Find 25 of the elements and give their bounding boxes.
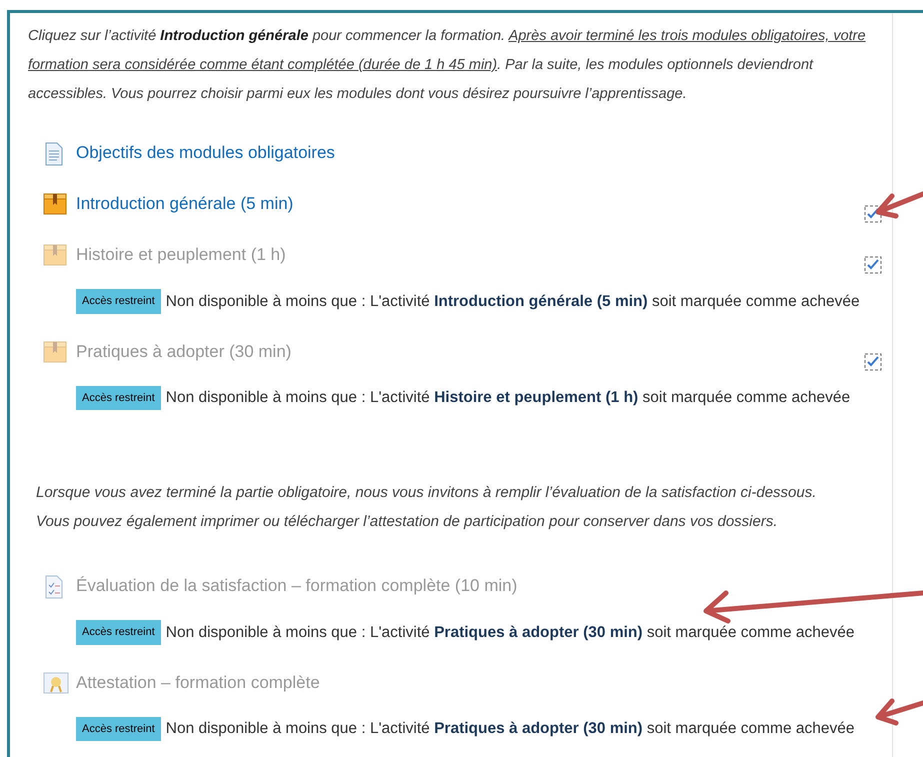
intro-paragraph: Cliquez sur l’activité Introduction générale pour commencer la formation. Après avoir terminé les trois modules obligatoires, votre formation sera considérée comme étant complétée (durée de 1 h 45 min). Par la suite, les modules optionnels deviendront accessibles. Vous pourrez choisir parmi eux les modules dont vous désirez poursuivre l’apprentissage. bbox=[28, 27, 867, 104]
restriction-text: Non disponible à moins que : L'activité Introduction générale (5 min) soit marquée comme achevée bbox=[166, 292, 860, 312]
restricted-badge: Accès restreint bbox=[76, 289, 161, 314]
restricted-badge: Accès restreint bbox=[76, 716, 161, 741]
certificate-icon bbox=[43, 672, 69, 694]
note-text: Lorsque vous avez terminé la partie obligatoire, nous vous invitons à remplir l’évaluation de la satisfaction ci-dessous. bbox=[36, 483, 818, 503]
package-icon bbox=[43, 244, 67, 266]
activity-link[interactable]: Objectifs des modules obligatoires bbox=[76, 140, 335, 166]
restriction-text: Non disponible à moins que : L'activité Histoire et peuplement (1 h) soit marquée comme achevée bbox=[166, 388, 850, 408]
completion-checkbox[interactable] bbox=[864, 352, 882, 370]
completion-checkbox[interactable] bbox=[864, 256, 882, 274]
checklist-icon bbox=[43, 575, 65, 599]
package-icon bbox=[43, 340, 67, 362]
document-icon bbox=[43, 142, 65, 166]
restricted-badge: Accès restreint bbox=[76, 386, 161, 410]
note-text: Vous pouvez également imprimer ou télécharger l’attestation de participation pour conserver dans vos dossiers. bbox=[36, 512, 779, 532]
activity-link[interactable]: Pratiques à adopter (30 min) bbox=[76, 338, 292, 364]
activity-link[interactable]: Histoire et peuplement (1 h) bbox=[76, 242, 286, 268]
activity-link[interactable]: Introduction générale (5 min) bbox=[76, 191, 294, 217]
activity-link[interactable]: Attestation – formation complète bbox=[76, 670, 320, 696]
activity-link[interactable]: Évaluation de la satisfaction – formation complète (10 min) bbox=[76, 573, 518, 599]
package-icon bbox=[43, 193, 67, 215]
restriction-text: Non disponible à moins que : L'activité Pratiques à adopter (30 min) soit marquée comme achevée bbox=[166, 719, 854, 740]
restricted-badge: Accès restreint bbox=[76, 620, 161, 644]
restriction-text: Non disponible à moins que : L'activité Pratiques à adopter (30 min) soit marquée comme achevée bbox=[166, 622, 854, 643]
